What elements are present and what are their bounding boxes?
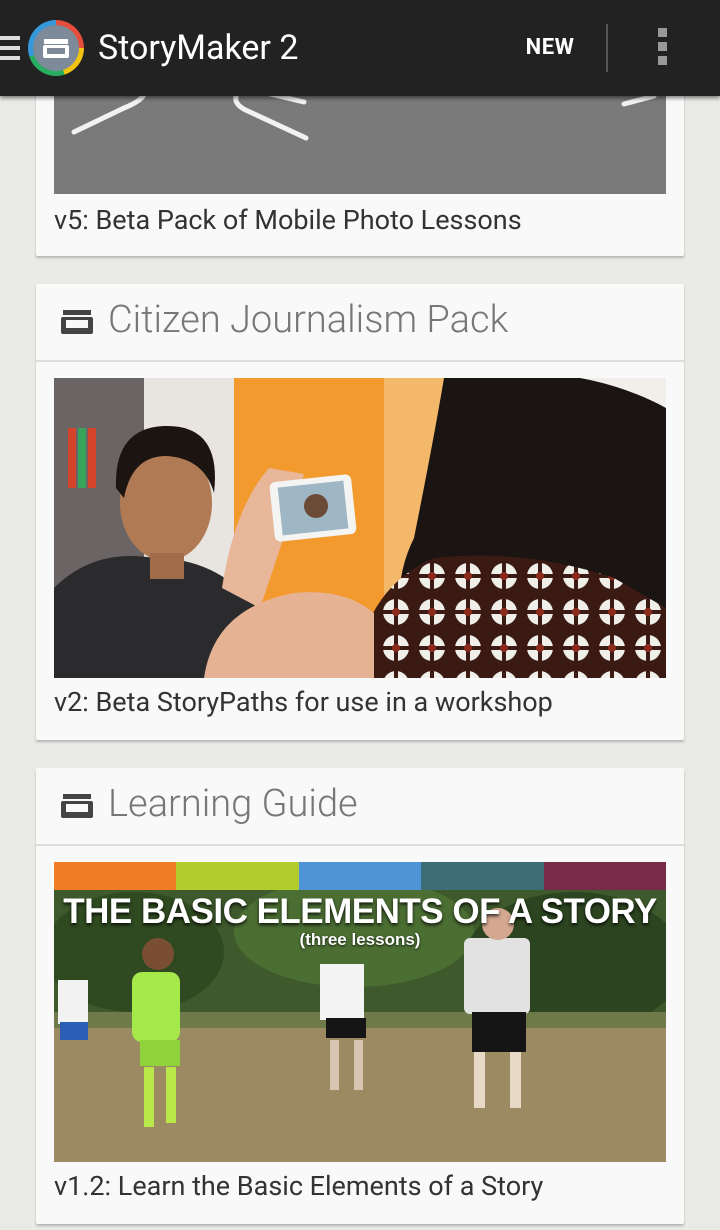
card-header: Learning Guide — [36, 768, 684, 846]
action-bar-divider — [606, 24, 608, 72]
pack-thumbnail — [54, 378, 666, 678]
pack-card-citizen-journalism[interactable]: Citizen Journalism Pack v2: Beta StoryPa… — [36, 284, 684, 740]
pack-card-learning-guide[interactable]: Learning Guide THE BASIC ELEMENTS OF A S… — [36, 768, 684, 1224]
pack-thumbnail: THE BASIC ELEMENTS OF A STORY (three les… — [54, 862, 666, 1162]
pack-title: Learning Guide — [108, 782, 358, 826]
new-button[interactable]: NEW — [510, 30, 590, 66]
card-header: Citizen Journalism Pack — [36, 284, 684, 362]
pack-box-icon — [60, 792, 94, 824]
journalism-photo — [54, 378, 666, 678]
pack-caption: v1.2: Learn the Basic Elements of a Stor… — [54, 1170, 544, 1202]
app-title: StoryMaker 2 — [98, 28, 299, 68]
pack-caption: v2: Beta StoryPaths for use in a worksho… — [54, 686, 553, 718]
color-stripes — [54, 862, 666, 890]
hamburger-icon[interactable] — [0, 36, 20, 64]
storymaker-app-icon[interactable] — [28, 20, 84, 76]
banner-subline: (three lessons) — [299, 930, 421, 949]
pack-title: Citizen Journalism Pack — [108, 298, 509, 342]
overflow-menu-icon[interactable] — [658, 28, 670, 70]
action-bar: StoryMaker 2 NEW — [0, 0, 720, 96]
pack-caption: v5: Beta Pack of Mobile Photo Lessons — [54, 204, 522, 236]
pack-box-icon — [60, 308, 94, 340]
banner-headline: THE BASIC ELEMENTS OF A STORY — [63, 892, 657, 931]
